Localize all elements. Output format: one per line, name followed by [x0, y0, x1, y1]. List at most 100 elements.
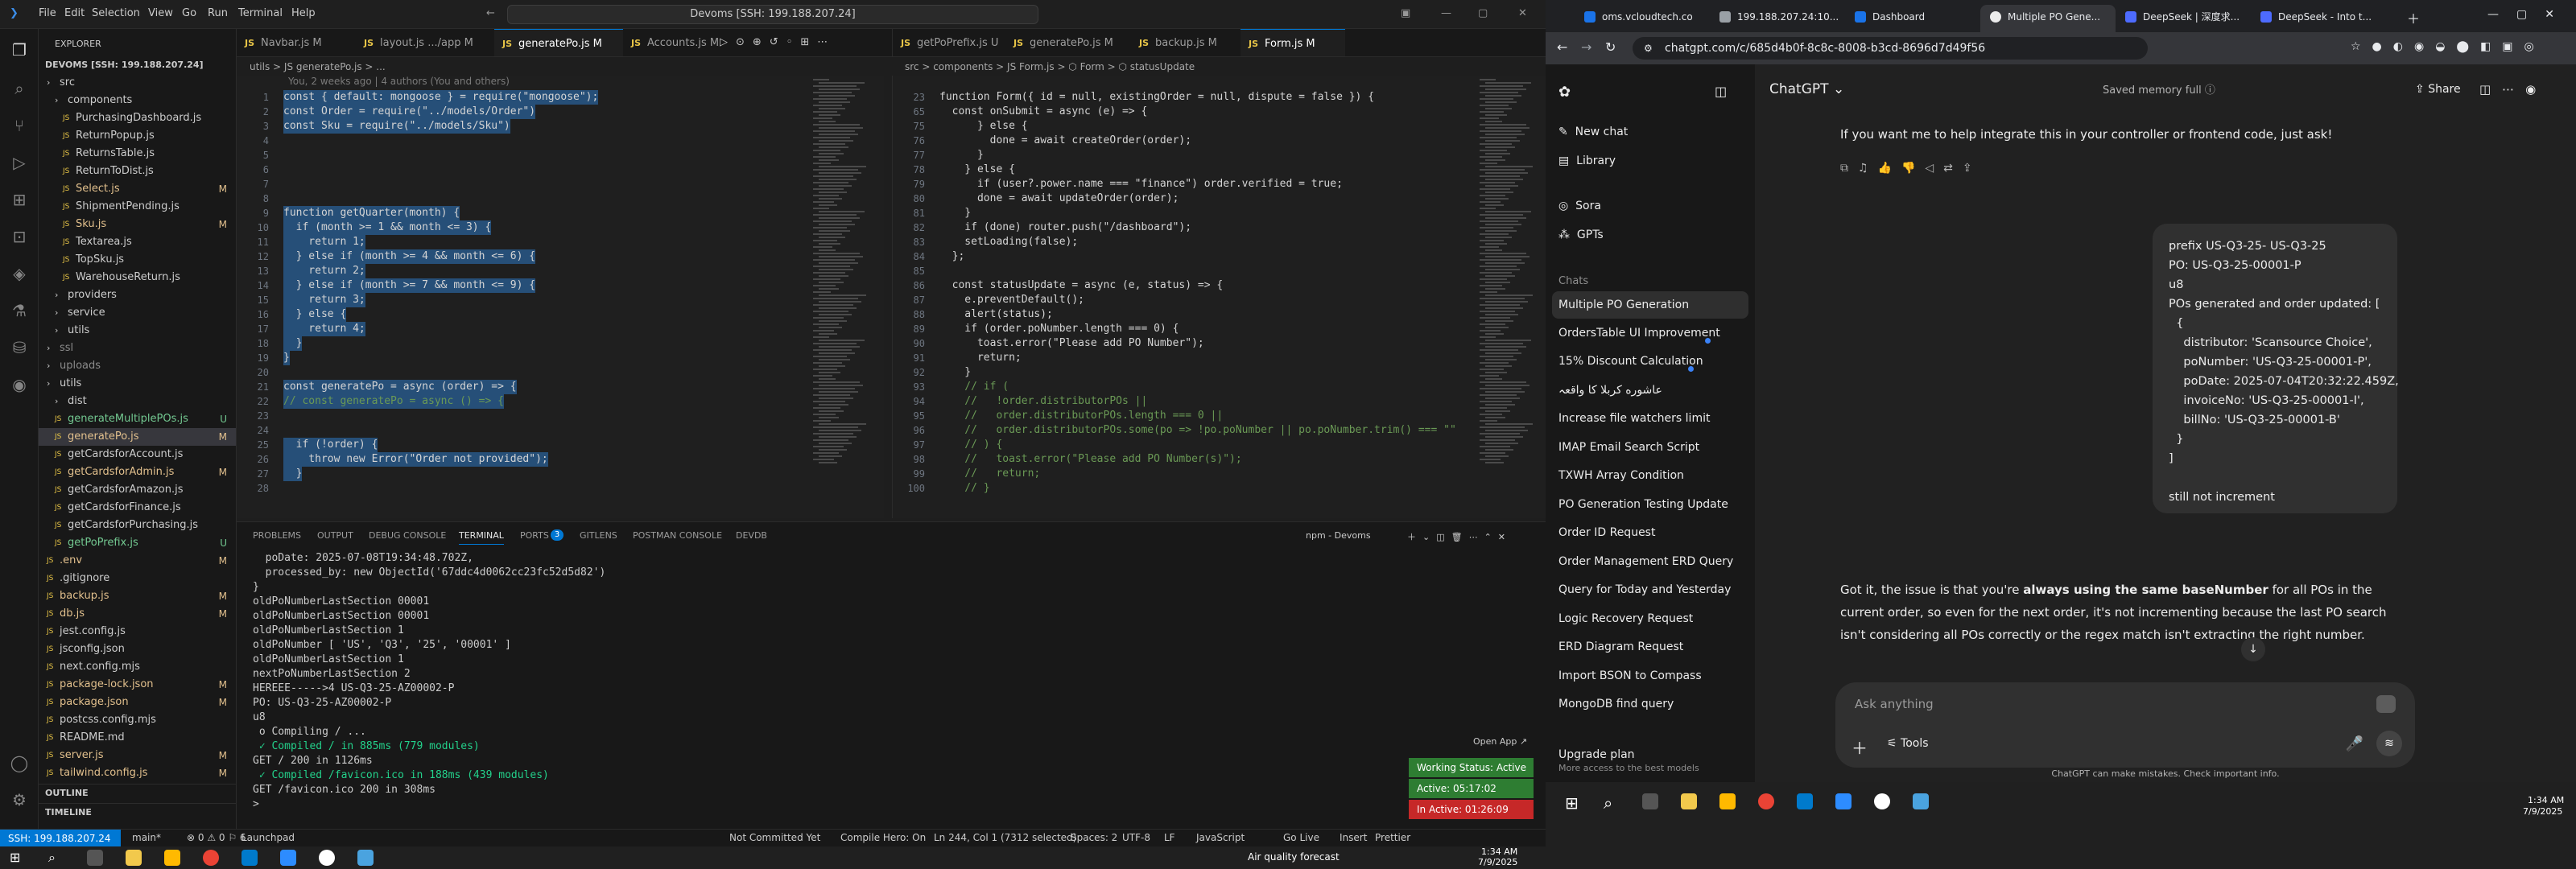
tree-item[interactable]: JS generatePo.js M [39, 428, 236, 446]
vscode-taskbar-icon[interactable] [242, 850, 258, 866]
code-line[interactable]: function getQuarter(month) { [283, 206, 460, 220]
add-icon[interactable]: ＋ [1852, 735, 1868, 759]
source-control-icon[interactable]: ⑂ [10, 116, 29, 135]
git-branch[interactable]: main* [132, 832, 161, 843]
chat-history-item[interactable]: Increase file watchers limit [1558, 412, 1710, 425]
code-line[interactable]: return 3; [283, 293, 365, 307]
tree-item[interactable]: JS getCardsforFinance.js [39, 499, 236, 517]
code-line[interactable]: } [939, 148, 984, 163]
tab-layout[interactable]: JS layout.js .../app M [356, 29, 494, 56]
address-bar[interactable]: chatgpt.com/c/685d4b0f-8c8c-8008-b3cd-86… [1633, 37, 2148, 60]
right-minimap[interactable] [1473, 76, 1546, 518]
sora-button[interactable]: ◎ Sora [1558, 200, 1601, 212]
tree-item[interactable]: JS .env M [39, 552, 236, 570]
tree-item[interactable]: JS ReturnsTable.js [39, 145, 236, 163]
menu-selection[interactable]: Selection [92, 7, 140, 19]
menu-run[interactable]: Run [208, 7, 228, 19]
terminal-label[interactable]: npm - Devoms [1306, 530, 1371, 541]
tree-item[interactable]: › providers [39, 286, 236, 304]
explorer-root[interactable]: DEVOMS [SSH: 199.188.207.24] [39, 56, 236, 74]
gitlens-icon[interactable]: ◈ [10, 264, 29, 283]
tree-item[interactable]: JS jest.config.js [39, 623, 236, 640]
minimize-icon[interactable]: — [1441, 7, 1451, 19]
extensions-icon[interactable]: ⊞ [10, 190, 29, 209]
code-line[interactable]: } else { [939, 119, 1028, 134]
tree-item[interactable]: JS README.md [39, 729, 236, 747]
prettier[interactable]: Prettier [1375, 832, 1410, 843]
language-mode[interactable]: JavaScript [1196, 832, 1245, 843]
chat-history-item[interactable]: Import BSON to Compass [1558, 669, 1702, 682]
code-line[interactable]: alert(status); [939, 307, 1053, 322]
tree-item[interactable]: › uploads [39, 357, 236, 375]
task-view-icon[interactable] [87, 850, 103, 866]
chat-history-item[interactable]: Logic Recovery Request [1558, 612, 1693, 625]
code-line[interactable]: } [283, 336, 303, 351]
tab-navbar[interactable]: JS Navbar.js M [237, 29, 356, 56]
tree-item[interactable]: › service [39, 304, 236, 322]
tree-item[interactable]: JS Select.js M [39, 180, 236, 198]
postman-icon[interactable]: ◉ [10, 375, 29, 394]
compile-hero[interactable]: Compile Hero: On [840, 832, 926, 843]
tree-item[interactable]: JS getCardsforAmazon.js [39, 481, 236, 499]
code-line[interactable]: const Sku = require("../models/Sku") [283, 119, 510, 134]
file-explorer-icon[interactable] [1681, 793, 1697, 809]
testing-icon[interactable]: ⚗ [10, 301, 29, 320]
app2-icon[interactable] [1913, 793, 1929, 809]
share-button[interactable]: ⇪ Share [2415, 79, 2461, 100]
code-line[interactable]: // toast.error("Please add PO Number(s)"… [939, 452, 1241, 467]
launchpad[interactable]: Launchpad [242, 832, 295, 843]
code-line[interactable]: // if ( [939, 380, 1009, 394]
tree-item[interactable]: JS getCardsforPurchasing.js [39, 517, 236, 534]
tree-item[interactable]: JS Textarea.js [39, 233, 236, 251]
menu-edit[interactable]: Edit [64, 7, 85, 19]
tree-item[interactable]: JS getPoPrefix.js U [39, 534, 236, 552]
vscode-taskbar-icon[interactable] [1797, 793, 1813, 809]
chat-history-item[interactable]: TXWH Array Condition [1558, 469, 1684, 482]
code-line[interactable]: if (user?.power.name === "finance") orde… [939, 177, 1343, 192]
outline-section[interactable]: OUTLINE [39, 784, 236, 801]
code-line[interactable]: setLoading(false); [939, 235, 1078, 249]
code-line[interactable]: return 2; [283, 264, 365, 278]
maximize-icon[interactable]: ▢ [1478, 7, 1488, 19]
tree-item[interactable]: JS Sku.js M [39, 216, 236, 233]
taskbar-time[interactable]: 1:34 AM [1481, 846, 1517, 857]
memory-status[interactable]: Saved memory full ⓘ [2103, 80, 2215, 101]
task-view-icon[interactable] [1642, 793, 1658, 809]
tree-item[interactable]: › src [39, 74, 236, 92]
tree-item[interactable]: JS package-lock.json M [39, 676, 236, 694]
extension-icons[interactable]: ☆●◐◉◒⬤◧▣◎ [2351, 40, 2545, 53]
gpts-button[interactable]: ⁂ GPTs [1558, 229, 1604, 241]
code-line[interactable]: // !order.distributorPOs || [939, 394, 1147, 409]
taskbar-time[interactable]: 1:34 AM [2528, 795, 2564, 805]
tab-getpoprefix[interactable]: JS getPoPrefix.js U [893, 29, 1005, 56]
code-line[interactable]: done = await createOrder(order); [939, 134, 1191, 148]
chat-history-item[interactable]: MongoDB find query [1558, 698, 1674, 710]
chat-history-item[interactable]: ERD Diagram Request [1558, 640, 1683, 653]
search-icon[interactable]: ⌕ [10, 79, 29, 98]
tree-item[interactable]: › components [39, 92, 236, 109]
app2-icon[interactable] [357, 850, 374, 866]
code-line[interactable]: if (!order) { [283, 438, 378, 452]
tree-item[interactable]: JS generateMultiplePOs.js U [39, 410, 236, 428]
remote-indicator[interactable]: SSH: 199.188.207.24 [0, 830, 121, 847]
chat-history-item[interactable]: OrdersTable UI Improvement [1558, 327, 1720, 344]
code-line[interactable]: // return; [939, 467, 1040, 481]
model-selector[interactable]: ChatGPT ⌄ [1769, 79, 1844, 100]
editor-actions[interactable]: ▷⊙⊕↺◦⊞⋯ [720, 36, 836, 48]
weather-widget[interactable]: Air quality forecast [1248, 851, 1340, 863]
tree-item[interactable]: › ssl [39, 340, 236, 357]
explorer-icon[interactable]: ❐ [10, 40, 29, 60]
panel-tab-terminal[interactable]: TERMINAL [459, 530, 504, 545]
chrome-tab-oms[interactable]: oms.vcloudtech.co [1575, 5, 1710, 32]
chrome-tab-ip[interactable]: 199.188.207.24:10... [1710, 5, 1845, 32]
code-line[interactable]: } else if (month >= 7 && month <= 9) { [283, 278, 536, 293]
header-actions[interactable]: ◫⋯◉ [2479, 79, 2547, 100]
commit-status[interactable]: Not Committed Yet [729, 832, 820, 843]
search-icon[interactable]: ⌕ [1604, 793, 1620, 813]
code-line[interactable]: // } [939, 481, 989, 496]
code-line[interactable]: e.preventDefault(); [939, 293, 1084, 307]
tree-item[interactable]: JS ShipmentPending.js [39, 198, 236, 216]
zoom-icon[interactable] [1835, 793, 1852, 809]
left-minimap[interactable] [807, 76, 884, 518]
chat-history-item[interactable]: Order Management ERD Query [1558, 555, 1733, 568]
